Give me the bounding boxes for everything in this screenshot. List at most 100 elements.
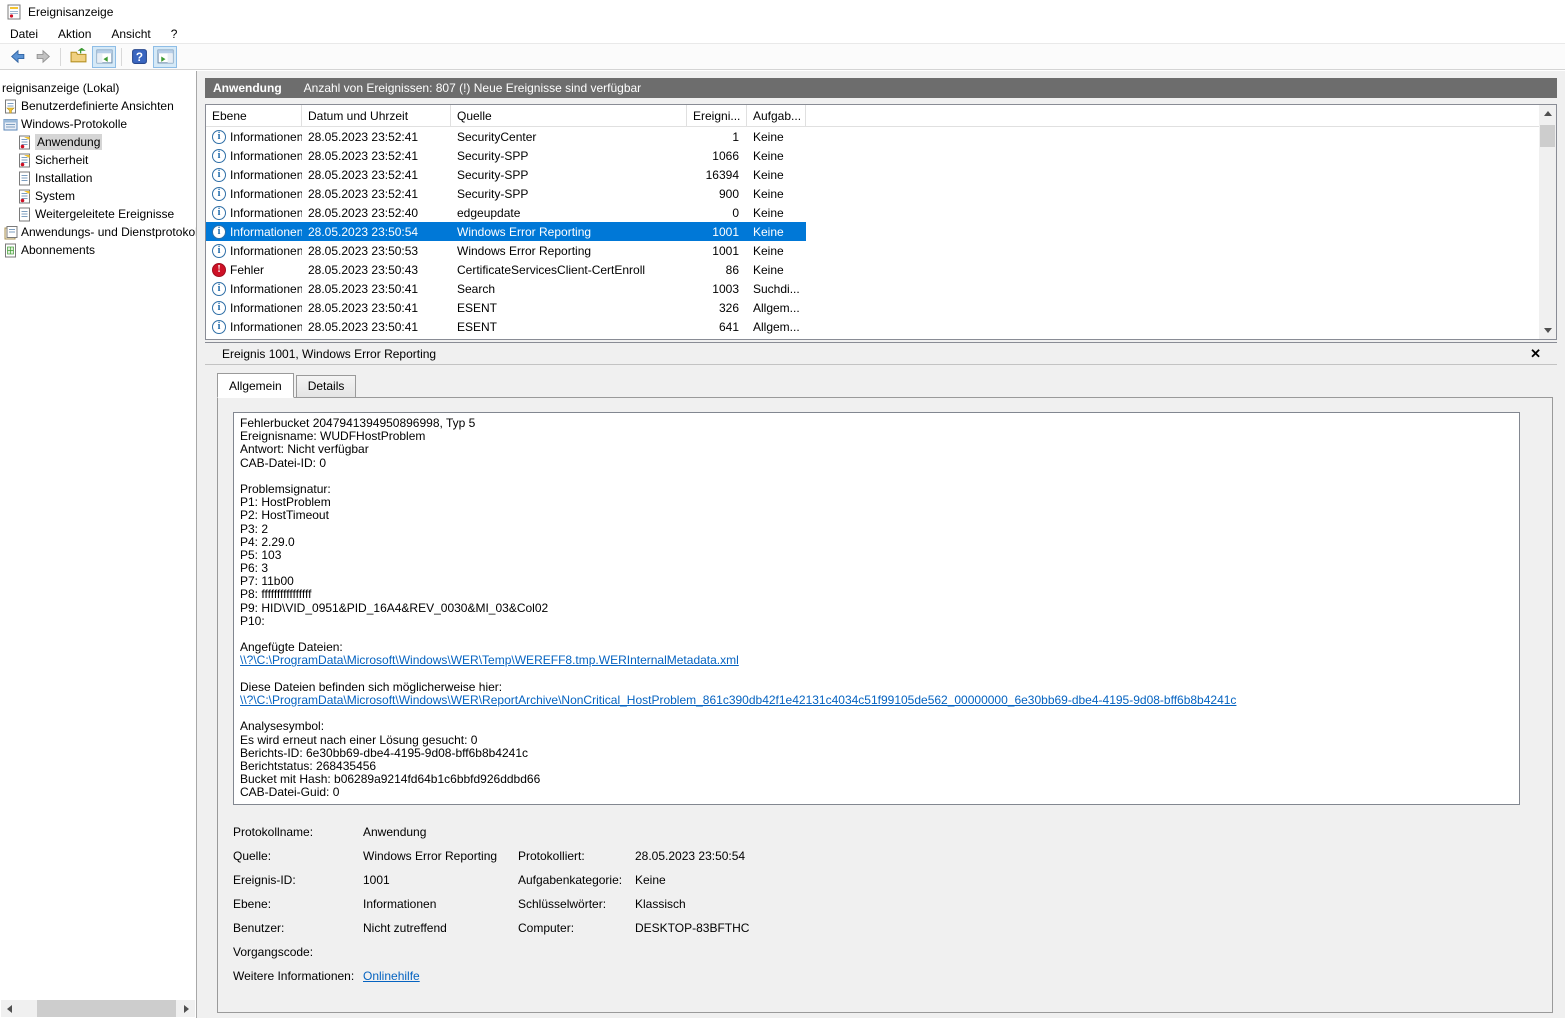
level-label: Informationen (230, 300, 302, 315)
tab-details[interactable]: Details (295, 375, 357, 398)
sidebar-item-weitergeleitete-ereignisse[interactable]: Weitergeleitete Ereignisse (0, 205, 196, 223)
source: CertificateServicesClient-CertEnroll (457, 262, 646, 277)
table-row[interactable]: i Informationen 28.05.2023 23:52:41 Securit… (206, 165, 806, 184)
scrollbar-thumb[interactable] (1540, 125, 1555, 147)
help-button[interactable]: ? (127, 46, 151, 68)
body-line: P5: 103 (240, 547, 282, 562)
scroll-right-arrow[interactable] (178, 1000, 195, 1017)
source: ESENT (457, 300, 498, 315)
scrollbar-thumb[interactable] (37, 1000, 176, 1017)
table-row[interactable]: i Informationen 28.05.2023 23:52:40 edgeupd… (206, 203, 806, 222)
body-line: Antwort: Nicht verfügbar (240, 442, 369, 457)
body-line: \\?\C:\ProgramData\Microsoft\Windows\WER… (240, 654, 1513, 667)
online-help-link[interactable]: Onlinehilfe (363, 969, 420, 983)
table-row[interactable]: i Informationen 28.05.2023 23:50:53 Windows… (206, 241, 806, 260)
sidebar-item-system[interactable]: System (0, 187, 196, 205)
sidebar-item-sicherheit[interactable]: Sicherheit (0, 151, 196, 169)
log-event-icon (17, 153, 32, 168)
console-tree-toggle-button[interactable] (92, 45, 116, 68)
sidebar-item-windows-protokolle[interactable]: Windows-Protokolle (0, 115, 196, 133)
table-row[interactable]: i Informationen 28.05.2023 23:50:54 Windows… (206, 222, 806, 241)
scroll-up-arrow[interactable] (1539, 105, 1556, 122)
field-value: Anwendung (363, 825, 427, 839)
source: Windows Error Reporting (457, 243, 592, 258)
sidebar-item-label: Windows-Protokolle (21, 117, 128, 131)
menu-bar: Datei Aktion Ansicht? (0, 24, 1565, 44)
field-value: Informationen (363, 897, 437, 911)
table-row[interactable]: i Informationen 28.05.2023 23:52:41 Securit… (206, 127, 806, 146)
body-line: Analysesymbol: (240, 719, 325, 734)
sidebar-horizontal-scrollbar[interactable] (1, 1000, 195, 1017)
info-level-icon: i (212, 129, 226, 144)
sidebar-item-benutzerdefinierte-ansichten[interactable]: Benutzerdefinierte Ansichten (0, 97, 196, 115)
action-pane-toggle-button[interactable] (153, 45, 177, 68)
datetime: 28.05.2023 23:50:41 (308, 319, 419, 334)
sidebar-item-installation[interactable]: Installation (0, 169, 196, 187)
menu-help[interactable]: ? (161, 25, 188, 43)
menu-ansicht[interactable]: Ansicht (101, 25, 160, 43)
tab-allgemein[interactable]: Allgemein (217, 373, 294, 398)
column-header-0[interactable]: Ebene (206, 105, 302, 126)
body-line: P7: 11b00 (240, 574, 294, 589)
sidebar-item-label: Sicherheit (35, 153, 89, 167)
close-icon[interactable]: ✕ (1530, 346, 1541, 362)
field-label: Schlüsselwörter: (518, 897, 607, 911)
column-header-2[interactable]: Quelle (451, 105, 687, 126)
info-level-icon: i (212, 300, 226, 315)
table-row[interactable]: i Informationen 28.05.2023 23:50:41 Search 1… (206, 279, 806, 298)
sidebar-item-anwendungs-und-dienstprotokol[interactable]: Anwendungs- und Dienstprotokol (0, 223, 196, 241)
back-button[interactable] (5, 46, 29, 68)
field-row: Quelle: Windows Error Reporting Protokolli… (233, 844, 1542, 868)
level-label: Informationen (230, 205, 302, 220)
menu-datei[interactable]: Datei (0, 25, 48, 43)
subscription-icon (3, 243, 18, 258)
table-row[interactable]: i Informationen 28.05.2023 23:52:41 Securit… (206, 184, 806, 203)
sidebar-item-reignisanzeige-lokal-[interactable]: reignisanzeige (Lokal) (0, 79, 196, 97)
menu-aktion[interactable]: Aktion (48, 25, 101, 43)
folder-console-icon (3, 117, 18, 132)
log-plain-icon (17, 171, 32, 186)
body-line (240, 707, 1513, 720)
column-header-1[interactable]: Datum und Uhrzeit (302, 105, 451, 126)
svg-text:?: ? (135, 51, 142, 64)
field-label: Weitere Informationen: (233, 969, 355, 983)
field-row: Protokollname: Anwendung (233, 820, 1542, 844)
task-category: Keine (753, 167, 784, 182)
log-plain-icon (17, 207, 32, 222)
sidebar-item-abonnements[interactable]: Abonnements (0, 241, 196, 259)
toolbar-separator (121, 47, 122, 66)
field-label: Protokolliert: (518, 849, 585, 863)
field-row: Ereignis-ID: 1001 Aufgabenkategorie: Keine (233, 868, 1542, 892)
open-saved-log-button[interactable] (66, 46, 90, 68)
body-line (240, 470, 1513, 483)
column-header-3[interactable]: Ereigni... (687, 105, 747, 126)
field-row: Ebene: Informationen Schlüsselwörter: Klass… (233, 892, 1542, 916)
task-category: Keine (753, 243, 784, 258)
body-line: Berichts-ID: 6e30bb69-dbe4-4195-9d08-bff… (240, 745, 528, 760)
column-header-4[interactable]: Aufgab... (747, 105, 806, 126)
event-id: 1001 (712, 243, 739, 258)
window-title: Ereignisanzeige (28, 5, 114, 19)
attached-file-link[interactable]: \\?\C:\ProgramData\Microsoft\Windows\WER… (240, 693, 1236, 707)
table-row[interactable]: i Informationen 28.05.2023 23:50:41 ESENT 32… (206, 298, 806, 317)
table-vertical-scrollbar[interactable] (1539, 105, 1556, 339)
scroll-left-arrow[interactable] (1, 1000, 18, 1017)
sidebar-item-anwendung[interactable]: Anwendung (0, 133, 196, 151)
body-line: \\?\C:\ProgramData\Microsoft\Windows\WER… (240, 693, 1513, 707)
info-level-icon: i (212, 319, 226, 334)
sidebar-item-label: reignisanzeige (Lokal) (2, 81, 120, 95)
table-row[interactable]: i Informationen 28.05.2023 23:50:41 ESENT 64… (206, 317, 806, 336)
field-row: Weitere Informationen: Onlinehilfe (233, 964, 1542, 988)
table-row[interactable]: i Informationen 28.05.2023 23:52:41 Securit… (206, 146, 806, 165)
field-value[interactable]: Onlinehilfe (363, 969, 518, 983)
forward-button[interactable] (31, 46, 55, 68)
field-label: Ereignis-ID: (233, 873, 296, 887)
event-description-box[interactable]: Fehlerbucket 2047941394950896998, Typ 5E… (233, 412, 1520, 805)
task-category: Allgem... (753, 319, 800, 334)
table-row[interactable]: ! Fehler 28.05.2023 23:50:43 CertificateSer… (206, 260, 806, 279)
attached-file-link[interactable]: \\?\C:\ProgramData\Microsoft\Windows\WER… (240, 653, 739, 667)
body-line: P6: 3 (240, 561, 269, 576)
scroll-down-arrow[interactable] (1539, 322, 1556, 339)
field-label: Protokollname: (233, 825, 314, 839)
log-event-icon (17, 189, 32, 204)
